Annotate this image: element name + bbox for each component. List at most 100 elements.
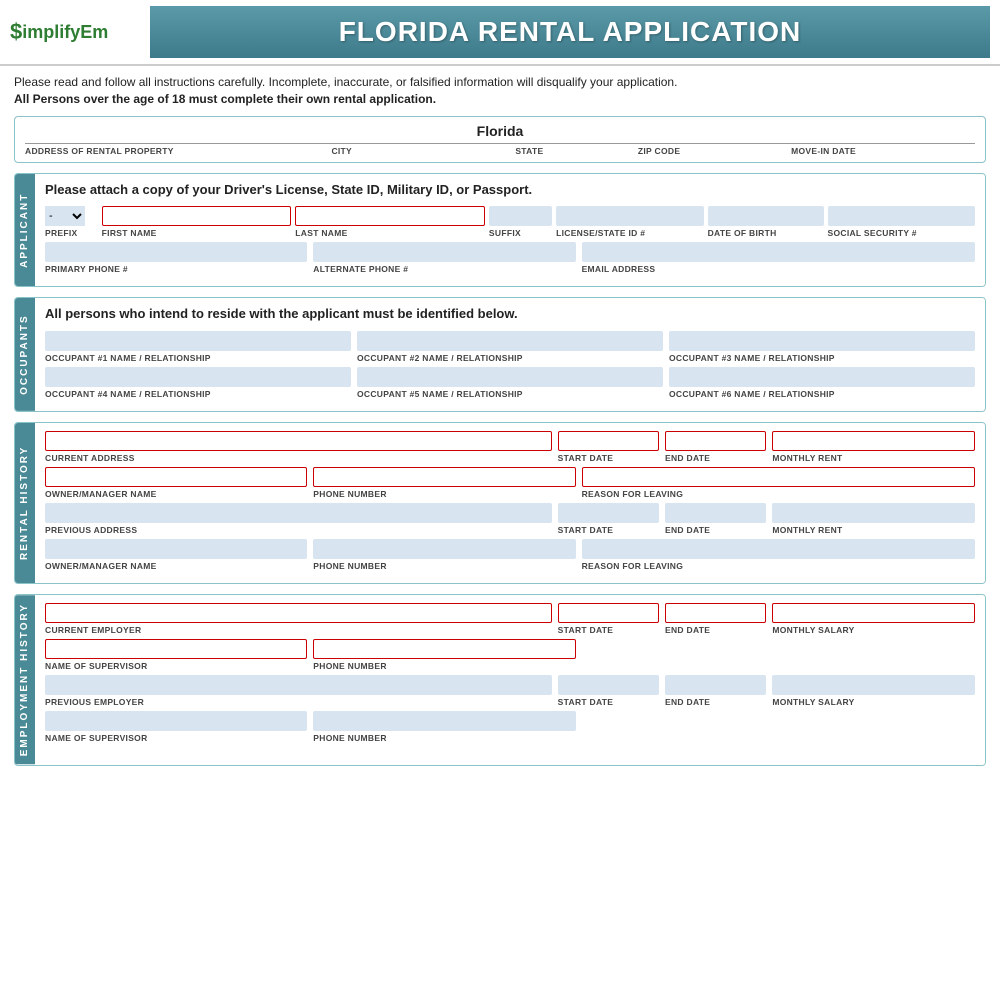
prev-emp-end-input[interactable] <box>665 675 766 695</box>
last-name-group: LAST NAME <box>295 206 485 238</box>
current-employer-label: CURRENT EMPLOYER <box>45 625 552 635</box>
occupant2-group: OCCUPANT #2 NAME / RELATIONSHIP <box>357 331 663 363</box>
logo-text: implifyEm <box>22 22 108 43</box>
property-fields-row: ADDRESS OF RENTAL PROPERTY CITY STATE ZI… <box>25 143 975 156</box>
reason-leaving-label: REASON FOR LEAVING <box>582 489 975 499</box>
license-input[interactable] <box>556 206 703 226</box>
current-rent-label: MONTHLY RENT <box>772 453 975 463</box>
emp-start-label: START DATE <box>558 625 659 635</box>
email-input[interactable] <box>582 242 975 262</box>
current-start-label: START DATE <box>558 453 659 463</box>
current-employer-input[interactable] <box>45 603 552 623</box>
suffix-input[interactable] <box>489 206 552 226</box>
prev-rent-group: MONTHLY RENT <box>772 503 975 535</box>
prev-start-label: START DATE <box>558 525 659 535</box>
current-end-input[interactable] <box>665 431 766 451</box>
first-name-label: FIRST NAME <box>102 228 292 238</box>
prev-employer-input[interactable] <box>45 675 552 695</box>
current-rent-input[interactable] <box>772 431 975 451</box>
applicant-header-text: Please attach a copy of your Driver's Li… <box>45 182 975 199</box>
emp-supervisor-row: NAME OF SUPERVISOR PHONE NUMBER <box>45 639 975 671</box>
suffix-group: SUFFIX <box>489 206 552 238</box>
prev-address-input[interactable] <box>45 503 552 523</box>
state-field-group: STATE <box>515 143 638 156</box>
occupants-body: All persons who intend to reside with th… <box>35 298 985 411</box>
rental-owner-row: OWNER/MANAGER NAME PHONE NUMBER REASON F… <box>45 467 975 499</box>
prev-address-label: PREVIOUS ADDRESS <box>45 525 552 535</box>
prefix-select[interactable]: - Mr. Mrs. Ms. <box>45 206 85 226</box>
movein-label: MOVE-IN DATE <box>791 146 975 156</box>
prev-phone-label: PHONE NUMBER <box>313 561 575 571</box>
prev-start-input[interactable] <box>558 503 659 523</box>
emp-phone-input[interactable] <box>313 639 575 659</box>
prev-rent-input[interactable] <box>772 503 975 523</box>
prev-owner-label: OWNER/MANAGER NAME <box>45 561 307 571</box>
supervisor-group: NAME OF SUPERVISOR <box>45 639 307 671</box>
first-name-group: FIRST NAME <box>102 206 292 238</box>
prev-supervisor-input[interactable] <box>45 711 307 731</box>
city-field-group: CITY <box>331 143 515 156</box>
prefix-group: - Mr. Mrs. Ms. PREFIX <box>45 206 98 238</box>
first-name-input[interactable] <box>102 206 292 226</box>
applicant-side-label: APPLICANT <box>15 174 35 287</box>
prev-salary-input[interactable] <box>772 675 975 695</box>
primary-phone-group: PRIMARY PHONE # <box>45 242 307 274</box>
owner-phone-input[interactable] <box>313 467 575 487</box>
applicant-body: Please attach a copy of your Driver's Li… <box>35 174 985 287</box>
current-address-input[interactable] <box>45 431 552 451</box>
prev-reason-input[interactable] <box>582 539 975 559</box>
emp-phone-group: PHONE NUMBER <box>313 639 575 671</box>
dob-input[interactable] <box>708 206 824 226</box>
ssn-group: SOCIAL SECURITY # <box>828 206 975 238</box>
current-start-group: START DATE <box>558 431 659 463</box>
occupant6-input[interactable] <box>669 367 975 387</box>
prev-emp-end-label: END DATE <box>665 697 766 707</box>
reason-leaving-input[interactable] <box>582 467 975 487</box>
alt-phone-label: ALTERNATE PHONE # <box>313 264 575 274</box>
occupant4-input[interactable] <box>45 367 351 387</box>
alt-phone-input[interactable] <box>313 242 575 262</box>
emp-salary-input[interactable] <box>772 603 975 623</box>
occupant2-input[interactable] <box>357 331 663 351</box>
alt-phone-group: ALTERNATE PHONE # <box>313 242 575 274</box>
body-content: Please read and follow all instructions … <box>0 66 1000 774</box>
occupant6-group: OCCUPANT #6 NAME / RELATIONSHIP <box>669 367 975 399</box>
license-label: LICENSE/STATE ID # <box>556 228 703 238</box>
employment-body: CURRENT EMPLOYER START DATE END DATE MON… <box>35 595 985 764</box>
ssn-input[interactable] <box>828 206 975 226</box>
emp-end-group: END DATE <box>665 603 766 635</box>
prev-owner-input[interactable] <box>45 539 307 559</box>
last-name-input[interactable] <box>295 206 485 226</box>
emp-start-group: START DATE <box>558 603 659 635</box>
prev-emp-start-input[interactable] <box>558 675 659 695</box>
prev-phone-input[interactable] <box>313 539 575 559</box>
rental-prev-owner-row: OWNER/MANAGER NAME PHONE NUMBER REASON F… <box>45 539 975 571</box>
prev-end-input[interactable] <box>665 503 766 523</box>
occupant5-input[interactable] <box>357 367 663 387</box>
occupant1-input[interactable] <box>45 331 351 351</box>
prev-emp-phone-input[interactable] <box>313 711 575 731</box>
license-group: LICENSE/STATE ID # <box>556 206 703 238</box>
address-field-group: ADDRESS OF RENTAL PROPERTY <box>25 143 331 156</box>
current-address-group: CURRENT ADDRESS <box>45 431 552 463</box>
address-label: ADDRESS OF RENTAL PROPERTY <box>25 146 331 156</box>
owner-name-label: OWNER/MANAGER NAME <box>45 489 307 499</box>
occupant3-input[interactable] <box>669 331 975 351</box>
emp-start-input[interactable] <box>558 603 659 623</box>
prev-emp-phone-label: PHONE NUMBER <box>313 733 575 743</box>
occupant4-label: OCCUPANT #4 NAME / RELATIONSHIP <box>45 389 351 399</box>
current-employer-group: CURRENT EMPLOYER <box>45 603 552 635</box>
emp-current-row: CURRENT EMPLOYER START DATE END DATE MON… <box>45 603 975 635</box>
current-rent-group: MONTHLY RENT <box>772 431 975 463</box>
prev-emp-start-group: START DATE <box>558 675 659 707</box>
occupant1-label: OCCUPANT #1 NAME / RELATIONSHIP <box>45 353 351 363</box>
current-start-input[interactable] <box>558 431 659 451</box>
supervisor-input[interactable] <box>45 639 307 659</box>
emp-end-input[interactable] <box>665 603 766 623</box>
prefix-label: PREFIX <box>45 228 98 238</box>
prev-owner-group: OWNER/MANAGER NAME <box>45 539 307 571</box>
movein-field-group: MOVE-IN DATE <box>791 143 975 156</box>
owner-name-input[interactable] <box>45 467 307 487</box>
rental-history-section: RENTAL HISTORY CURRENT ADDRESS START DAT… <box>14 422 986 584</box>
primary-phone-input[interactable] <box>45 242 307 262</box>
